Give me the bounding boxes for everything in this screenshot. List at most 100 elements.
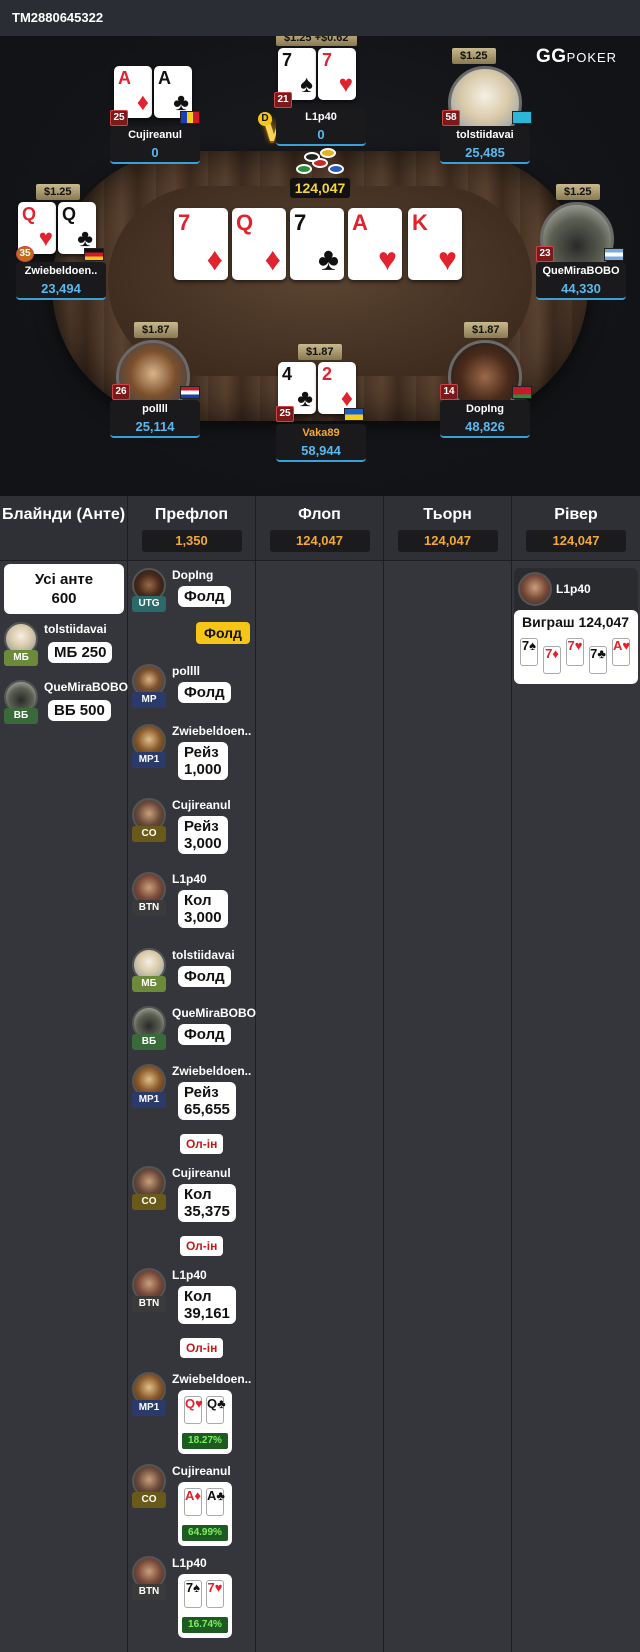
shown-cards: Q♥ Q♣ 18.27% (178, 1390, 232, 1454)
player-nameplate: QueMiraBOBO 44,330 (536, 262, 626, 300)
action-entry: МБ tolstiidavai Фолд (132, 948, 252, 994)
flag-icon (604, 248, 624, 261)
player-name: tolstiidavai (172, 948, 235, 962)
showdown-entry: CO Cujireanul A♦ A♣ 64.99% (132, 1464, 252, 1550)
poker-table-scene: GGPOKER 124,047 7 ♦ Q ♦ 7 ♣ A ♥ K ♥ A ♦ A ♣ 25 … (0, 36, 640, 496)
board-card: 7 ♦ (174, 208, 228, 280)
position-badge: BTN (132, 900, 166, 916)
action-bubble: Рейз 3,000 (178, 816, 228, 854)
player-name: pollll (172, 664, 200, 678)
player-nameplate: tolstiidavai 25,485 (440, 126, 530, 164)
flag-icon (180, 111, 200, 124)
action-bubble: Фолд (178, 586, 231, 607)
action-bubble: МБ 250 (48, 642, 113, 663)
level-badge: 58 (442, 110, 460, 126)
player-name: Cujireanul (172, 798, 231, 812)
action-entry: MP pollll Фолд (132, 664, 252, 710)
mini-card: A♣ (206, 1488, 225, 1516)
gg-poker-logo: GGPOKER (536, 46, 618, 67)
equity-badge: 64.99% (182, 1525, 228, 1541)
level-badge: 26 (112, 384, 130, 400)
position-badge: MP1 (132, 752, 166, 768)
player-nameplate: Vaka89 58,944 (276, 424, 366, 462)
player-name: L1p40 (556, 582, 591, 596)
action-entry: BTN L1p40 Кол 39,161 (132, 1268, 252, 1332)
action-entry: MP1 Zwiebeldoen.. Рейз 65,655 (132, 1064, 252, 1128)
board-card: A ♥ (348, 208, 402, 280)
player-name: QueMiraBOBO (172, 1006, 257, 1020)
blind-entry: МБ tolstiidavai МБ 250 (4, 622, 124, 676)
column-header-river: Рівер 124,047 (512, 496, 640, 560)
shown-cards: 7♠ 7♥ 16.74% (178, 1574, 232, 1638)
player-name: DopIng (172, 568, 214, 582)
bet-amount: $1.87 (464, 322, 508, 338)
flag-icon (344, 408, 364, 421)
shown-cards: A♦ A♣ 64.99% (178, 1482, 232, 1546)
level-badge: 21 (274, 92, 292, 108)
board-card: Q ♦ (232, 208, 286, 280)
position-badge: ВБ (132, 1034, 166, 1050)
mini-card: 7♠ (520, 638, 538, 666)
flag-icon (84, 248, 104, 261)
position-badge: МБ (132, 976, 166, 992)
player-nameplate: pollll 25,114 (110, 400, 200, 438)
player-name: Zwiebeldoen.. (172, 724, 252, 738)
mini-card: 7♠ (184, 1580, 202, 1608)
action-bubble: Кол 35,375 (178, 1184, 236, 1222)
position-badge: MP (132, 692, 166, 708)
player-name: L1p40 (172, 1556, 207, 1570)
player-name: Cujireanul (172, 1464, 231, 1478)
mini-card: 7♦ (543, 646, 561, 674)
position-badge: CO (132, 1492, 166, 1508)
mini-card: Q♥ (184, 1396, 203, 1424)
player-name: L1p40 (172, 872, 207, 886)
position-badge: CO (132, 826, 166, 842)
action-entry: CO Cujireanul Рейз 3,000 (132, 798, 252, 862)
all-in-tag: Ол-ін (180, 1338, 224, 1358)
column-header-blinds: Блайнди (Анте) (0, 496, 127, 560)
bet-amount: $1.25 (556, 184, 600, 200)
bet-amount: $1.25 +$0.62 (276, 36, 357, 46)
action-bubble: Фолд (178, 1024, 231, 1045)
hole-card: 7 ♥ (318, 48, 356, 100)
level-badge: 35 (16, 246, 34, 262)
pot-amount: 124,047 (290, 178, 350, 198)
bet-amount: $1.87 (134, 322, 178, 338)
equity-badge: 18.27% (182, 1433, 228, 1449)
all-in-tag: Ол-ін (180, 1134, 224, 1154)
position-badge: МБ (4, 650, 38, 666)
level-badge: 25 (276, 406, 294, 422)
mini-card: Q♣ (206, 1396, 226, 1424)
player-name: Zwiebeldoen.. (172, 1064, 252, 1078)
bet-amount: $1.25 (452, 48, 496, 64)
action-bubble: ВБ 500 (48, 700, 111, 721)
mini-card: 7♣ (589, 646, 607, 674)
level-badge: 23 (536, 246, 554, 262)
action-bubble: Кол 3,000 (178, 890, 228, 928)
avatar (518, 572, 552, 606)
mini-card: 7♥ (206, 1580, 224, 1608)
column-header-turn: Тьорн 124,047 (384, 496, 511, 560)
all-in-tag: Ол-ін (180, 1236, 224, 1256)
action-bubble: Фолд (178, 966, 231, 987)
level-badge: 14 (440, 384, 458, 400)
player-nameplate: Cujireanul 0 (110, 126, 200, 164)
level-badge: 25 (110, 110, 128, 126)
player-nameplate: DopIng 48,826 (440, 400, 530, 438)
top-bar: TM2880645322 (0, 0, 640, 36)
hero-fold-tag: Фолд (196, 622, 250, 644)
flag-icon (512, 111, 532, 124)
result-text: Виграш 124,047 (522, 614, 630, 630)
bet-amount: $1.87 (298, 344, 342, 360)
action-bubble: Рейз 65,655 (178, 1082, 236, 1120)
position-badge: MP1 (132, 1092, 166, 1108)
player-name: Cujireanul (172, 1166, 231, 1180)
column-header-preflop: Префлоп 1,350 (128, 496, 255, 560)
result-card: Виграш 124,047 7♠ 7♦ 7♥ 7♣ A♥ (514, 610, 638, 684)
column-header-flop: Флоп 124,047 (256, 496, 383, 560)
action-entry: CO Cujireanul Кол 35,375 (132, 1166, 252, 1230)
action-entry: MP1 Zwiebeldoen.. Рейз 1,000 (132, 724, 252, 788)
equity-badge: 16.74% (182, 1617, 228, 1633)
action-history: Блайнди (Анте) Префлоп 1,350 Флоп 124,047 … (0, 496, 640, 1652)
flag-icon (180, 386, 200, 399)
